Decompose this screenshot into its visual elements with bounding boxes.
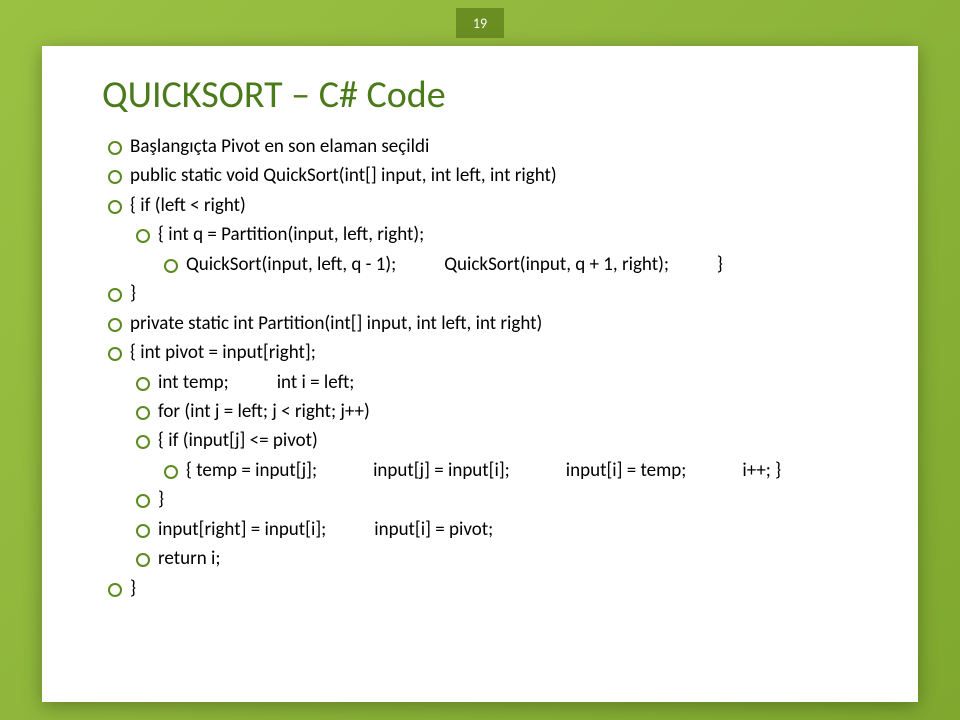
code-segment: int temp; [158, 368, 229, 397]
code-line: { if (left < right) [102, 191, 858, 220]
page-number: 19 [473, 15, 487, 32]
code-segment: QuickSort(input, left, q - 1); [186, 250, 396, 279]
code-segment: { if (input[j] <= pivot) [158, 426, 318, 455]
code-line: Başlangıçta Pivot en son elaman seçildi [102, 132, 858, 161]
code-lines: Başlangıçta Pivot en son elaman seçildip… [102, 132, 858, 603]
code-segment: input[right] = input[i]; [158, 515, 326, 544]
code-segment: input[j] = input[i]; [373, 456, 510, 485]
code-line: QuickSort(input, left, q - 1); QuickSort(… [158, 250, 858, 279]
code-segment: i++; } [742, 456, 781, 485]
code-segment: private static int Partition(int[] input… [130, 309, 542, 338]
code-line: input[right] = input[i]; input[i] = pivot… [130, 515, 858, 544]
code-line: public static void QuickSort(int[] input… [102, 161, 858, 190]
code-line: int temp; int i = left; [130, 368, 858, 397]
code-segment: input[i] = pivot; [374, 515, 493, 544]
code-segment: } [130, 279, 136, 308]
code-segment: { temp = input[j]; [186, 456, 317, 485]
code-line: { int pivot = input[right]; [102, 338, 858, 367]
code-segment: } [717, 250, 723, 279]
code-segment: } [130, 574, 136, 603]
code-line: } [102, 279, 858, 308]
code-line: } [130, 485, 858, 514]
code-line: } [102, 574, 858, 603]
code-segment: public static void QuickSort(int[] input… [130, 161, 557, 190]
slide-title: QUICKSORT – C# Code [102, 72, 858, 118]
code-line: { if (input[j] <= pivot) [130, 426, 858, 455]
code-segment: { int pivot = input[right]; [130, 338, 316, 367]
code-line: for (int j = left; j < right; j++) [130, 397, 858, 426]
code-segment: return i; [158, 544, 220, 573]
code-line: { temp = input[j]; input[j] = input[i]; in… [158, 456, 858, 485]
page-number-badge: 19 [456, 8, 504, 38]
code-line: return i; [130, 544, 858, 573]
code-segment: QuickSort(input, q + 1, right); [444, 250, 669, 279]
code-line: private static int Partition(int[] input… [102, 309, 858, 338]
code-segment: } [158, 485, 164, 514]
code-segment: Başlangıçta Pivot en son elaman seçildi [130, 132, 429, 161]
code-segment: { int q = Partition(input, left, right); [158, 220, 424, 249]
slide-card: QUICKSORT – C# Code Başlangıçta Pivot en… [42, 46, 918, 702]
code-line: { int q = Partition(input, left, right); [130, 220, 858, 249]
code-segment: for (int j = left; j < right; j++) [158, 397, 370, 426]
code-segment: input[i] = temp; [566, 456, 687, 485]
code-segment: { if (left < right) [130, 191, 246, 220]
code-segment: int i = left; [277, 368, 355, 397]
